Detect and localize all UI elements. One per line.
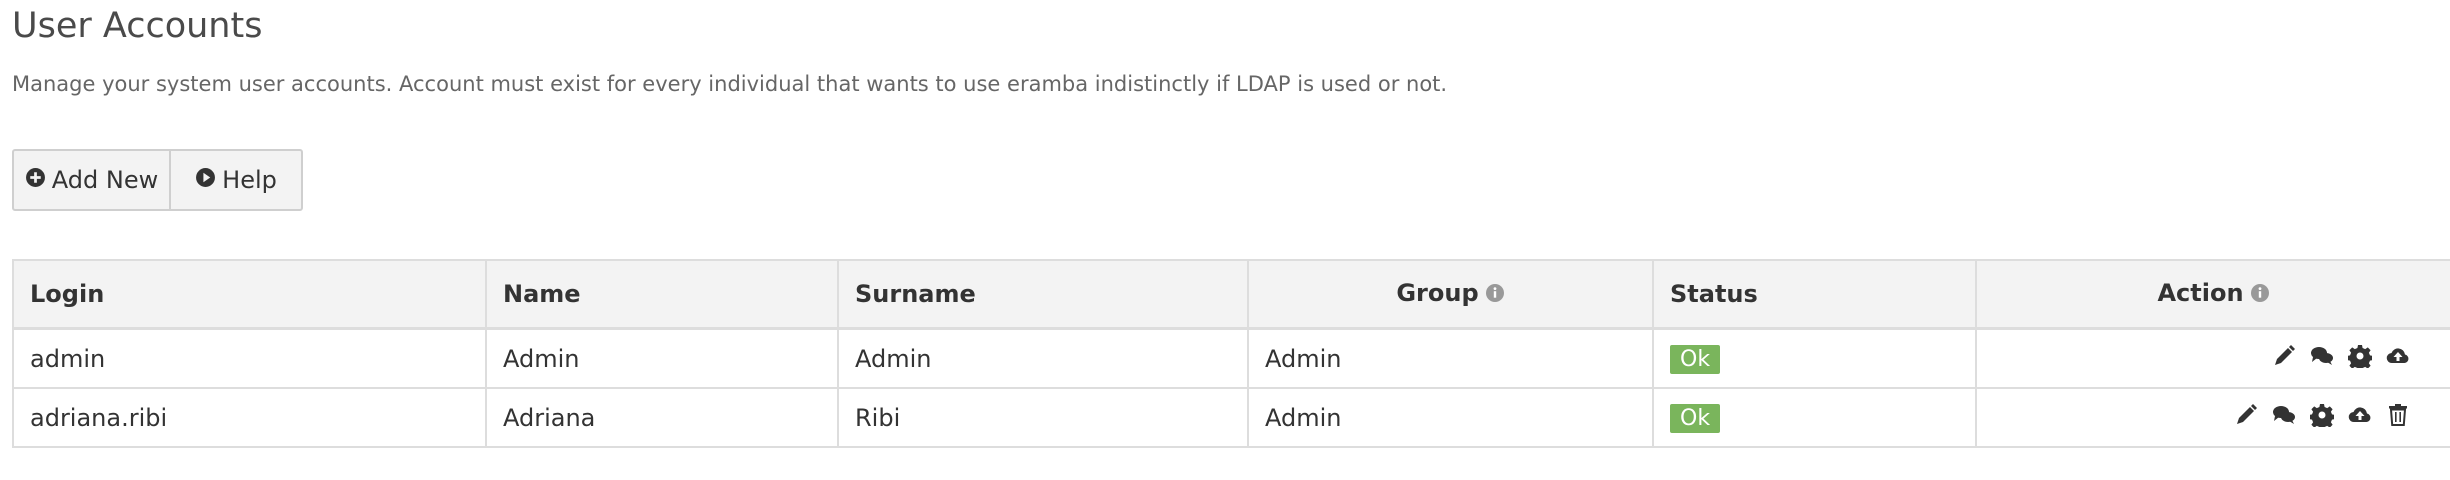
cell-status: Ok (1652, 387, 1977, 448)
column-header-group-label: Group (1396, 279, 1479, 307)
status-badge: Ok (1670, 403, 1721, 433)
upload-icon[interactable] (2348, 403, 2372, 433)
help-label: Help (222, 166, 277, 194)
cell-surname: Admin (837, 327, 1249, 389)
users-table: Login Name Surname Group Status Action a… (12, 259, 2450, 448)
cell-login: admin (12, 327, 487, 389)
row-actions (2272, 344, 2434, 374)
column-header-name[interactable]: Name (485, 259, 839, 330)
add-new-button[interactable]: Add New (14, 151, 169, 209)
toolbar-button-group: Add New Help (12, 149, 303, 211)
column-header-action-label: Action (2157, 279, 2244, 307)
column-header-surname[interactable]: Surname (837, 259, 1249, 330)
plus-circle-icon (25, 166, 46, 194)
comments-icon[interactable] (2310, 344, 2334, 374)
settings-icon[interactable] (2347, 344, 2373, 374)
row-actions (2234, 403, 2434, 433)
edit-icon[interactable] (2234, 403, 2258, 433)
help-button[interactable]: Help (169, 151, 301, 209)
cell-actions (1975, 327, 2450, 389)
column-header-action: Action (1975, 259, 2450, 330)
comments-icon[interactable] (2272, 403, 2296, 433)
table-header-row: Login Name Surname Group Status Action (12, 259, 2450, 330)
table-row: adriana.ribi Adriana Ribi Admin Ok (12, 387, 2450, 448)
add-new-label: Add New (51, 166, 159, 194)
settings-icon[interactable] (2309, 403, 2335, 433)
cell-actions (1975, 387, 2450, 448)
trash-icon[interactable] (2386, 403, 2410, 433)
status-badge: Ok (1670, 344, 1721, 374)
info-icon[interactable] (1485, 281, 1505, 309)
column-header-login[interactable]: Login (12, 259, 487, 330)
edit-icon[interactable] (2272, 344, 2296, 374)
page-title: User Accounts (12, 6, 263, 46)
cell-status: Ok (1652, 327, 1977, 389)
table-row: admin Admin Admin Admin Ok (12, 327, 2450, 389)
info-icon[interactable] (2250, 281, 2270, 309)
cell-group: Admin (1247, 327, 1654, 389)
page-description: Manage your system user accounts. Accoun… (12, 72, 1448, 96)
cell-name: Adriana (485, 387, 839, 448)
cell-surname: Ribi (837, 387, 1249, 448)
cell-group: Admin (1247, 387, 1654, 448)
cell-login: adriana.ribi (12, 387, 487, 448)
cell-name: Admin (485, 327, 839, 389)
column-header-status[interactable]: Status (1652, 259, 1977, 330)
play-circle-icon (195, 166, 216, 194)
upload-icon[interactable] (2386, 344, 2410, 374)
column-header-group[interactable]: Group (1247, 259, 1654, 330)
